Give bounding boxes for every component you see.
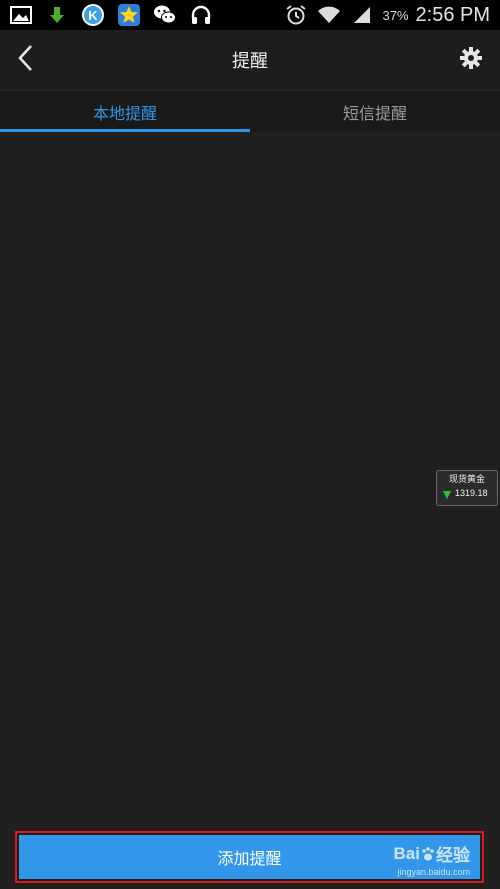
tab-local-reminder[interactable]: 本地提醒 [0, 91, 250, 132]
widget-product-name: 现货黄金 [448, 475, 485, 485]
tab-sms-reminder[interactable]: 短信提醒 [250, 91, 500, 132]
tab-bar: 本地提醒 短信提醒 [0, 90, 500, 132]
add-reminder-label: 添加提醒 [217, 849, 282, 868]
status-time: 2:56 PM [415, 3, 490, 26]
back-button[interactable] [10, 38, 40, 78]
watermark-url: jingyan.baidu.com [397, 867, 470, 877]
widget-price: 1319.18 [455, 488, 488, 498]
wifi-icon [316, 2, 342, 28]
baidu-watermark: Bai 经验 jingyan.baidu.com [393, 841, 470, 878]
baidu-logo: Bai 经验 [393, 843, 470, 866]
page-title: 提醒 [232, 51, 268, 72]
svg-text:K: K [88, 8, 98, 23]
add-reminder-highlight: 添加提醒 Bai 经验 jingyan.baidu.com [15, 831, 484, 883]
signal-icon [349, 2, 375, 28]
status-bar: K 37% 2:56 PM [0, 0, 500, 30]
wechat-icon [152, 2, 178, 28]
add-reminder-button[interactable]: 添加提醒 Bai 经验 jingyan.baidu.com [19, 835, 480, 879]
reminder-list [0, 132, 500, 822]
settings-button[interactable] [456, 38, 486, 78]
status-right: 37% 2:56 PM [283, 2, 500, 28]
chevron-left-icon [18, 45, 32, 71]
down-arrow-icon [443, 491, 451, 499]
headphones-icon [188, 2, 214, 28]
alarm-icon [283, 2, 309, 28]
floating-price-widget[interactable]: 现货黄金 1319.18 [436, 470, 498, 506]
k-app-icon: K [80, 2, 106, 28]
download-icon [44, 2, 70, 28]
status-left: K [0, 2, 214, 28]
gear-icon [460, 47, 482, 69]
star-app-icon [116, 2, 142, 28]
battery-level: 37% [382, 7, 409, 23]
paw-icon [422, 846, 434, 860]
image-icon [8, 2, 34, 28]
header-bar: 提醒 [0, 30, 500, 90]
